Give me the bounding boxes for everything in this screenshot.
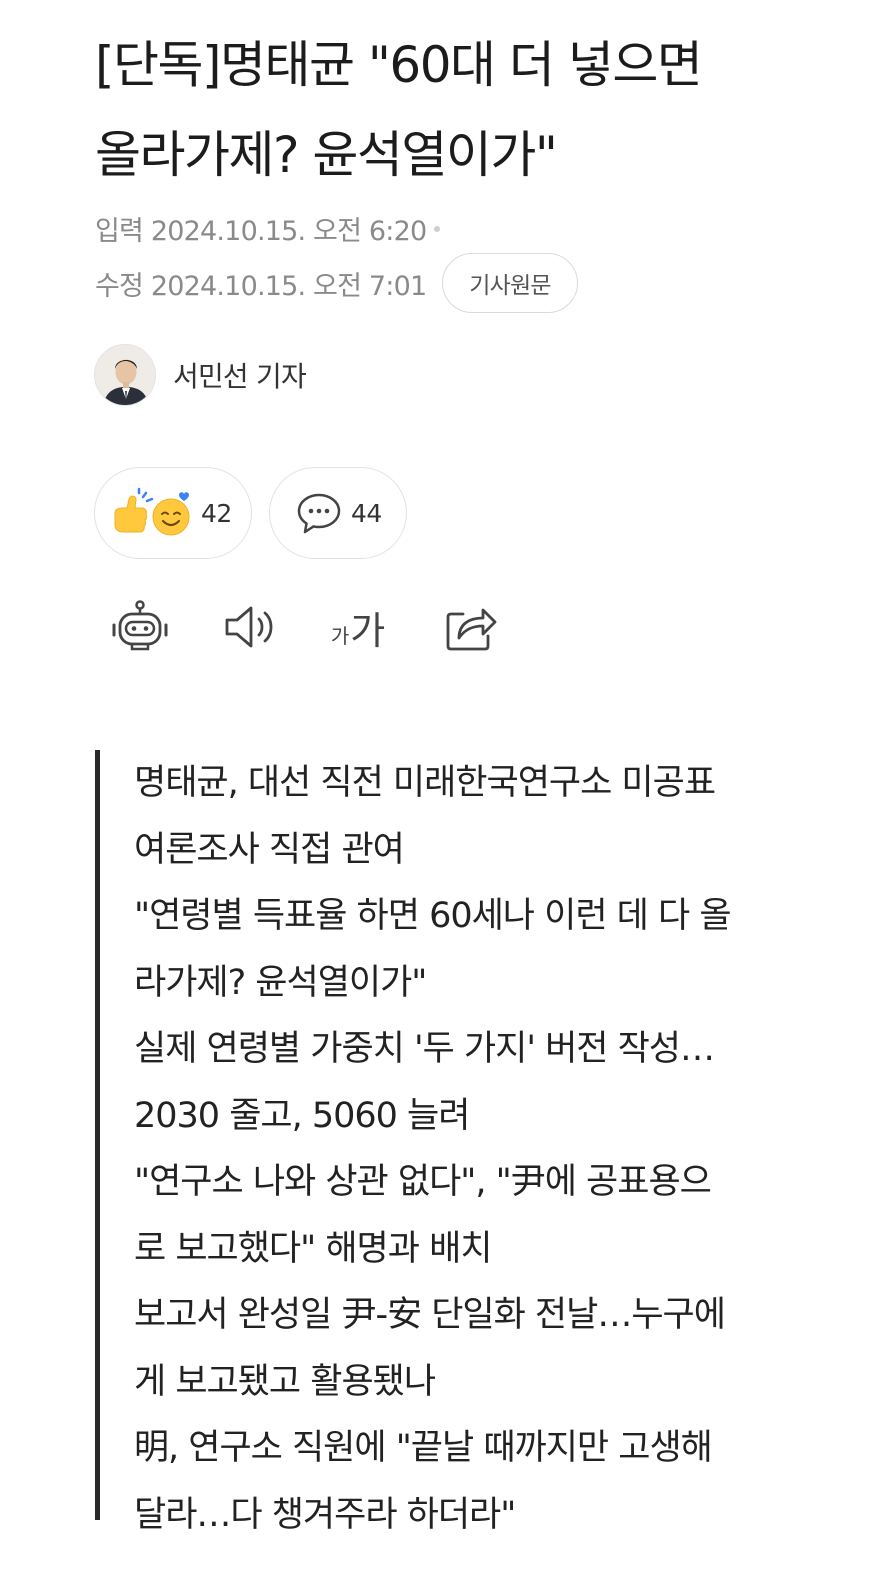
published-label: 입력 [95,216,144,247]
summary-line: 달라…다 챙겨주라 하더라" [134,1494,516,1535]
modified-time: 2024.10.15. 오전 7:01 [150,271,427,302]
comment-bubble-icon [297,493,341,534]
summary-line: "연령별 득표율 하면 60세나 이런 데 다 올 [134,896,732,936]
summary-line: 명태균, 대선 직전 미래한국연구소 미공표 [134,763,716,803]
author-name[interactable]: 서민선 기자 [173,355,307,395]
speaker-icon [225,606,273,648]
article-title: [단독]명태균 "60대 더 넣으면 올라가제? 윤석열이가" [95,20,825,200]
text-to-speech-button[interactable] [218,595,282,659]
published-time: 2024.10.15. 오전 6:20 [150,216,427,247]
like-count: 42 [201,498,232,528]
title-line-2: 올라가제? 윤석열이가" [95,126,558,184]
share-button[interactable] [438,595,502,659]
title-line-1: [단독]명태균 "60대 더 넣으면 [95,36,703,94]
modified-row: 수정 2024.10.15. 오전 7:01 [95,264,427,303]
font-size-small-glyph: 가 [330,623,350,648]
published-row: 입력 2024.10.15. 오전 6:20 [95,209,441,248]
summary-line: 로 보고했다" 해명과 배치 [134,1228,492,1269]
avatar[interactable] [94,344,156,406]
summary-line: 明, 연구소 직원에 "끝날 때까지만 고생해 [134,1428,713,1468]
robot-summary-icon [112,600,168,651]
summary-line: 게 보고됐고 활용됐나 [134,1361,436,1402]
font-size-large-glyph: 가 [350,608,386,653]
summary-line: 여론조사 직접 관여 [134,829,405,870]
font-size-button[interactable]: 가가 [326,595,390,659]
comment-button[interactable]: 44 [269,467,407,559]
summary-line: 2030 줄고, 5060 늘려 [134,1095,470,1136]
reaction-button[interactable]: 42 [94,467,252,559]
summary-line: 실제 연령별 가중치 '두 가지' 버전 작성… [134,1029,715,1069]
share-icon [446,608,497,651]
reporter-photo-icon [95,345,155,405]
original-article-button[interactable]: 기사원문 [442,253,578,313]
summary-line: 라가제? 윤석열이가" [134,962,427,1003]
separator-dot [434,225,441,232]
like-emoji-icon [114,487,190,536]
summary-line: "연구소 나와 상관 없다", "尹에 공표용으 [134,1162,712,1202]
comment-count: 44 [351,498,382,528]
article-summary: 명태균, 대선 직전 미래한국연구소 미공표 여론조사 직접 관여 "연령별 득… [95,750,815,1535]
summary-line: 보고서 완성일 尹-安 단일화 전날…누구에 [134,1295,726,1335]
ai-summary-button[interactable] [108,595,172,659]
modified-label: 수정 [95,271,144,302]
